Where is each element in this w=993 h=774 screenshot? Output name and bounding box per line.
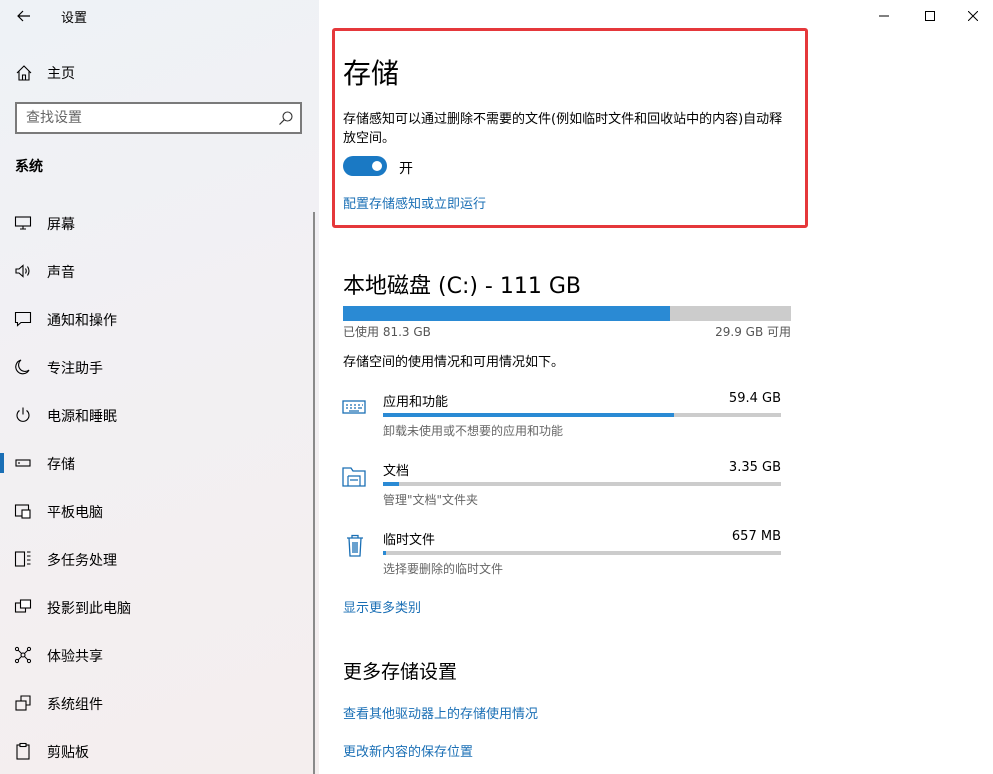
titlebar-left: 设置 [0,0,319,32]
message-icon [14,311,32,327]
nav-item-tablet[interactable]: 平板电脑 [0,487,312,535]
nav-item-label: 剪贴板 [47,745,89,761]
home-nav-item[interactable]: 主页 [0,56,319,88]
project-icon [14,599,32,613]
nav-item-label: 系统组件 [47,697,103,713]
nav-item-label: 声音 [47,265,75,281]
disk-usage-fill [343,306,671,321]
nav-list: 屏幕 声音 通知和操作 专注助手 电源和睡眠 存储 平板电脑 多任务处理 投影到… [0,199,312,774]
show-more-categories-link[interactable]: 显示更多类别 [343,597,421,616]
clipboard-icon [16,742,30,760]
disk-title: 本地磁盘 (C:) - 111 GB [343,274,581,299]
nav-item-focus-assist[interactable]: 专注助手 [0,343,312,391]
category-documents[interactable]: 文档 3.35 GB 管理"文档"文件夹 [341,460,781,522]
change-save-location-link[interactable]: 更改新内容的保存位置 [343,741,473,760]
nav-item-project[interactable]: 投影到此电脑 [0,583,312,631]
main-content: 存储 存储感知可以通过删除不需要的文件(例如临时文件和回收站中的内容)自动释放空… [319,0,993,774]
more-storage-settings-title: 更多存储设置 [343,661,458,683]
nav-item-label: 体验共享 [47,649,103,665]
nav-item-label: 电源和睡眠 [47,409,117,425]
category-bar-fill [383,482,399,486]
category-bar [383,482,781,486]
section-label: 系统 [15,159,43,175]
moon-icon [15,359,30,375]
category-size: 59.4 GB [728,391,781,406]
back-button[interactable] [10,4,38,28]
category-apps-features[interactable]: 应用和功能 59.4 GB 卸载未使用或不想要的应用和功能 [341,391,781,453]
speaker-icon [15,264,30,278]
keyboard-icon [342,400,366,414]
home-label: 主页 [47,66,75,82]
sidebar: 设置 主页 系统 屏幕 声音 通知和操作 专注助手 电源和睡眠 [0,0,319,774]
display-icon [14,216,32,230]
nav-item-shared-experiences[interactable]: 体验共享 [0,631,312,679]
nav-item-system-components[interactable]: 系统组件 [0,679,312,727]
nav-item-notifications[interactable]: 通知和操作 [0,295,312,343]
disk-usage-bar [343,306,791,321]
nav-item-label: 多任务处理 [47,553,117,569]
nav-item-label: 屏幕 [47,217,75,233]
components-icon [15,695,31,711]
tablet-icon [14,504,31,519]
category-bar [383,413,781,417]
search-box[interactable] [15,102,302,134]
nav-item-label: 专注助手 [47,361,103,377]
nav-item-power-sleep[interactable]: 电源和睡眠 [0,391,312,439]
trash-icon [347,534,363,557]
category-temp-files[interactable]: 临时文件 657 MB 选择要删除的临时文件 [341,529,781,591]
category-size: 3.35 GB [728,460,781,475]
folder-icon [342,467,366,487]
storage-icon [15,459,31,467]
nav-item-display[interactable]: 屏幕 [0,199,312,247]
nav-item-storage[interactable]: 存储 [0,439,312,487]
search-icon[interactable] [278,110,294,126]
nav-item-clipboard[interactable]: 剪贴板 [0,727,312,774]
category-description: 选择要删除的临时文件 [383,562,504,576]
home-icon [16,65,32,81]
active-indicator [0,453,4,473]
category-description: 管理"文档"文件夹 [383,493,479,507]
nav-item-label: 存储 [47,457,75,473]
storage-sense-toggle[interactable] [343,156,387,176]
nav-item-label: 平板电脑 [47,505,103,521]
sidebar-scrollbar[interactable] [313,212,315,774]
nav-item-multitasking[interactable]: 多任务处理 [0,535,312,583]
category-description: 卸载未使用或不想要的应用和功能 [383,424,564,438]
category-bar [383,551,781,555]
usage-description: 存储空间的使用情况和可用情况如下。 [343,355,565,370]
multitask-icon [14,551,31,567]
configure-storage-sense-link[interactable]: 配置存储感知或立即运行 [343,193,486,212]
nav-item-label: 通知和操作 [47,313,117,329]
app-title: 设置 [61,11,88,26]
view-other-drives-link[interactable]: 查看其他驱动器上的存储使用情况 [343,703,538,722]
storage-sense-description: 存储感知可以通过删除不需要的文件(例如临时文件和回收站中的内容)自动释放空间。 [343,112,783,146]
back-arrow-icon [17,10,30,22]
nav-item-sound[interactable]: 声音 [0,247,312,295]
toggle-state-label: 开 [399,161,413,177]
page-title: 存储 [343,57,400,90]
category-bar-fill [383,413,674,417]
share-icon [14,646,32,664]
toggle-knob [372,161,382,171]
nav-item-label: 投影到此电脑 [47,601,131,617]
search-input[interactable] [17,104,267,132]
power-icon [16,407,30,422]
free-label: 29.9 GB 可用 [715,325,791,339]
category-bar-fill [383,551,387,555]
category-size: 657 MB [731,529,781,544]
